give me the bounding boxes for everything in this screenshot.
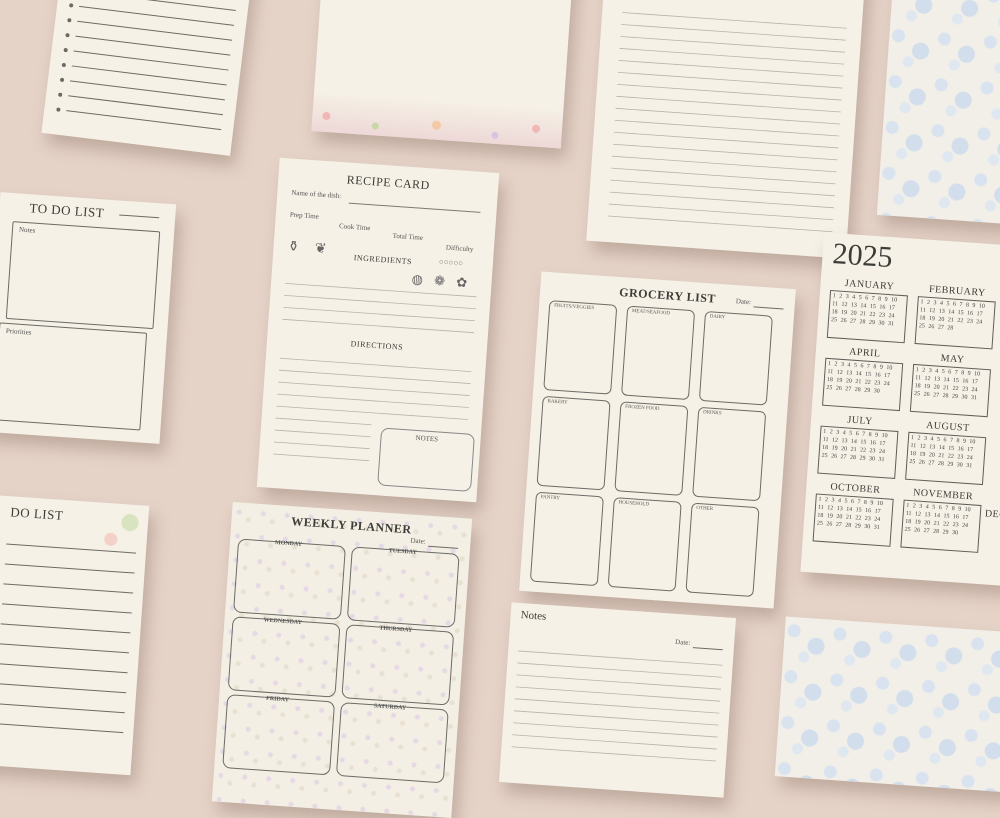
- grocery-section-label: DAIRY: [709, 314, 726, 321]
- calendar-2025-card: 2025 JANUARY 1 2 3 4 5 6 7 8 9 10 11 12 …: [800, 232, 1000, 588]
- day-box: FRIDAY: [222, 694, 336, 776]
- notes-sheet: Notes Date:: [498, 602, 737, 798]
- calendar-year: 2025: [831, 237, 894, 275]
- recipe-card: RECIPE CARD Name of the dish: Prep Time …: [256, 157, 500, 503]
- month-grid: 1 2 3 4 5 6 7 8 9 10 11 12 13 14 15 16 1…: [826, 289, 908, 344]
- lined-paper-large: [586, 0, 866, 259]
- lined-rows: [511, 650, 723, 762]
- calendar-month: APRIL 1 2 3 4 5 6 7 8 9 10 11 12 13 14 1…: [822, 345, 904, 412]
- lined-rows: [607, 12, 847, 233]
- day-box: MONDAY: [233, 538, 346, 620]
- grocery-section-label: FROZEN FOOD: [625, 404, 660, 413]
- grocery-date-label: Date:: [735, 297, 752, 307]
- day-box: WEDNESDAY: [227, 616, 341, 698]
- month-grid: 1 2 3 4 5 6 7 8 9 10 11 12 13 14 15 16 1…: [914, 296, 996, 350]
- grocery-section-label: DRINKS: [702, 410, 722, 417]
- month-grid: 1 2 3 4 5 6 7 8 9 10 11 12 13 14 15 16 1…: [822, 357, 904, 412]
- day-label: WEDNESDAY: [263, 617, 303, 627]
- day-label: TUESDAY: [388, 548, 417, 556]
- notes-box: NOTES: [377, 427, 475, 492]
- lined-dot-sheet: [41, 0, 253, 156]
- grocery-section-box: FRUITS/VEGGIES: [543, 300, 618, 395]
- grocery-section-box: PANTRY: [529, 491, 604, 587]
- recipe-notes-label: NOTES: [415, 433, 439, 444]
- grocery-list-card: GROCERY LIST Date: FRUITS/VEGGIES MEAT/S…: [519, 271, 796, 609]
- grocery-section-label: MEAT/SEAFOOD: [631, 308, 671, 317]
- floral-border: [311, 91, 564, 149]
- weekly-date-label: Date:: [410, 536, 426, 546]
- todo-title: TO DO LIST: [29, 200, 105, 221]
- grocery-section-box: BAKERY: [536, 395, 611, 491]
- weekly-title: WEEKLY PLANNER: [290, 514, 412, 537]
- month-grid: 1 2 3 4 5 6 7 8 9 10 11 12 13 14 15 16 1…: [905, 431, 987, 486]
- floral-notepad: [311, 0, 575, 149]
- grocery-section-box: FROZEN FOOD: [614, 401, 689, 496]
- grocery-section-box: HOUSEHOLD: [607, 497, 682, 592]
- grocery-section-box: DRINKS: [692, 406, 767, 502]
- calendar-month: AUGUST 1 2 3 4 5 6 7 8 9 10 11 12 13 14 …: [905, 419, 987, 486]
- lined-rows: [56, 0, 236, 131]
- calendar-month: FEBRUARY 1 2 3 4 5 6 7 8 9 10 11 12 13 1…: [914, 283, 997, 350]
- day-label: THURSDAY: [379, 625, 413, 634]
- weekly-date-line: [428, 545, 459, 549]
- calendar-month: NOVEMBER 1 2 3 4 5 6 7 8 9 10 11 12 13 1…: [900, 487, 982, 553]
- todo-list-card: TO DO LIST Notes Priorities: [0, 192, 177, 444]
- day-box: THURSDAY: [341, 624, 455, 706]
- grocery-section-box: OTHER: [685, 502, 760, 598]
- grocery-section-label: FRUITS/VEGGIES: [553, 303, 595, 312]
- month-grid: 1 2 3 4 5 6 7 8 9 10 11 12 13 14 15 16 1…: [812, 493, 894, 547]
- grocery-section-label: HOUSEHOLD: [618, 500, 650, 508]
- priorities-box: Priorities: [0, 322, 148, 431]
- calendar-month: JULY 1 2 3 4 5 6 7 8 9 10 11 12 13 14 15…: [817, 413, 899, 479]
- notes-box: Notes: [5, 221, 161, 330]
- grocery-section-label: BAKERY: [547, 399, 568, 406]
- month-label: DEC: [984, 508, 1000, 521]
- grocery-section-label: PANTRY: [540, 494, 561, 502]
- month-grid: 1 2 3 4 5 6 7 8 9 10 11 12 13 14 15 16 1…: [817, 425, 899, 479]
- lined-rows: [0, 543, 136, 734]
- weekly-planner-card: WEEKLY PLANNER Date: MONDAY TUESDAY WEDN…: [211, 501, 473, 818]
- calendar-month: JANUARY 1 2 3 4 5 6 7 8 9 10 11 12 13 14…: [826, 277, 909, 344]
- date-signature: [119, 214, 160, 219]
- month-grid: 1 2 3 4 5 6 7 8 9 10 11 12 13 14 15 16 1…: [900, 499, 982, 553]
- calendar-month: MAY 1 2 3 4 5 6 7 8 9 10 11 12 13 14 15 …: [909, 351, 992, 418]
- notes-label: Notes: [18, 225, 36, 235]
- grocery-section-label: OTHER: [696, 505, 714, 513]
- grocery-section-box: MEAT/SEAFOOD: [621, 305, 696, 401]
- month-grid: 1 2 3 4 5 6 7 8 9 10 11 12 13 14 15 16 1…: [909, 363, 991, 418]
- floral-todo-card: DO LIST: [0, 494, 150, 776]
- day-box: SATURDAY: [335, 702, 449, 784]
- day-label: SATURDAY: [373, 703, 407, 712]
- calendar-month: OCTOBER 1 2 3 4 5 6 7 8 9 10 11 12 13 14…: [812, 480, 895, 547]
- day-box: TUESDAY: [346, 546, 460, 628]
- calendar-month: DEC: [985, 508, 1000, 522]
- blue-floral-sheet-top: [876, 0, 1000, 225]
- priorities-label: Priorities: [5, 326, 32, 337]
- day-label: FRIDAY: [265, 695, 290, 704]
- grocery-section-box: DAIRY: [698, 311, 773, 406]
- blue-floral-sheet-bottom: [774, 616, 1000, 794]
- day-label: MONDAY: [274, 540, 303, 548]
